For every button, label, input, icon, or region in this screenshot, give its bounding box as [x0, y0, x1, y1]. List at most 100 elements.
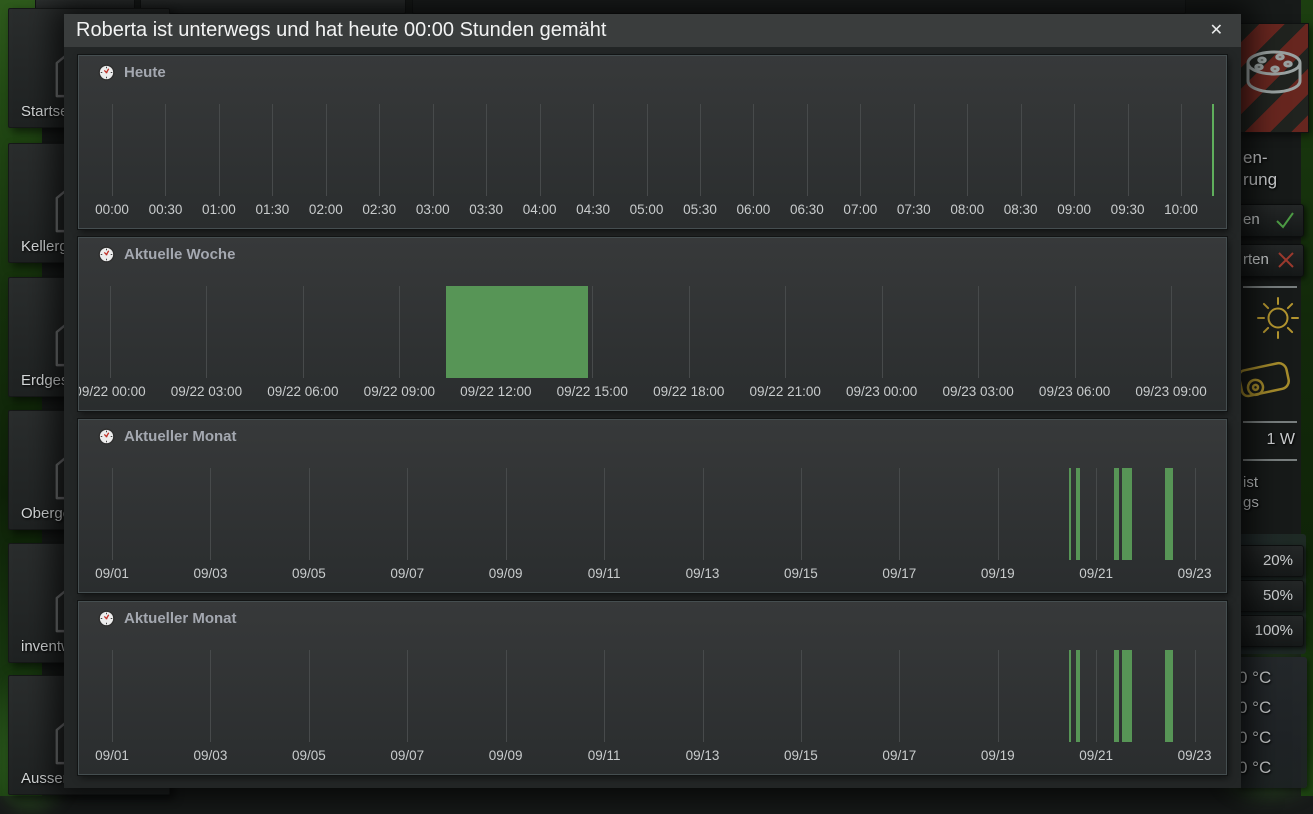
- temperature-value: 0 °C: [1238, 698, 1304, 718]
- chart-x-axis: 09/22 00:0009/22 03:0009/22 06:0009/22 0…: [79, 384, 1226, 402]
- x-tick-label: 09/09: [489, 748, 523, 763]
- gridline: [407, 650, 408, 742]
- x-tick-label: 09/22 00:00: [78, 384, 146, 399]
- chart-panel-header: Aktueller Monat: [98, 428, 237, 445]
- mowing-activity-bar: [1069, 468, 1071, 560]
- confirm-button-label: en: [1243, 211, 1260, 228]
- gridline: [326, 104, 327, 196]
- x-tick-label: 09/07: [390, 566, 424, 581]
- chart-x-axis: 09/0109/0309/0509/0709/0909/1109/1309/15…: [79, 748, 1226, 766]
- right-widget-label-line2: rung: [1243, 170, 1277, 190]
- temperature-panel: 0 °C 0 °C 0 °C 0 °C: [1236, 657, 1307, 788]
- gridline: [1195, 468, 1196, 560]
- camera-icon[interactable]: [1236, 352, 1298, 406]
- gridline: [801, 468, 802, 560]
- x-tick-label: 09/01: [95, 566, 129, 581]
- gridline: [1096, 468, 1097, 560]
- gridline: [486, 104, 487, 196]
- gridline: [506, 468, 507, 560]
- x-tick-label: 09/23 06:00: [1039, 384, 1110, 399]
- chart-title: Aktueller Monat: [124, 428, 237, 445]
- chart-panel-heute: Heute00:0000:3001:0001:3002:0002:3003:00…: [78, 55, 1227, 229]
- clock-icon: [98, 246, 115, 263]
- mowing-activity-bar: [1165, 650, 1173, 742]
- chart-panel-header: Heute: [98, 64, 166, 81]
- gridline: [272, 104, 273, 196]
- x-tick-label: 01:00: [202, 202, 236, 217]
- mowing-activity-bar: [1114, 468, 1119, 560]
- gridline: [1128, 104, 1129, 196]
- x-tick-label: 05:00: [630, 202, 664, 217]
- x-tick-label: 09/23: [1178, 566, 1212, 581]
- x-tick-label: 09/11: [588, 748, 621, 763]
- close-icon[interactable]: ✕: [1204, 19, 1229, 43]
- grass-photo-band: [0, 787, 1313, 796]
- x-tick-label: 09/22 18:00: [653, 384, 724, 399]
- x-tick-label: 09/21: [1079, 566, 1113, 581]
- chart-panel-aktueller-monat: Aktueller Monat09/0109/0309/0509/0709/09…: [78, 419, 1227, 593]
- power-value: 1 W: [1243, 431, 1295, 449]
- x-tick-label: 09/13: [686, 748, 720, 763]
- gridline: [753, 104, 754, 196]
- gridline: [210, 468, 211, 560]
- percent-button-100[interactable]: 100%: [1232, 615, 1304, 647]
- gridline: [689, 286, 690, 378]
- x-tick-label: 09/03: [194, 748, 228, 763]
- x-tick-label: 09/23 09:00: [1135, 384, 1206, 399]
- gridline: [899, 650, 900, 742]
- x-tick-label: 01:30: [255, 202, 289, 217]
- x-tick-label: 02:30: [362, 202, 396, 217]
- mower-statistics-dialog: Roberta ist unterwegs und hat heute 00:0…: [64, 14, 1241, 788]
- gridline: [407, 468, 408, 560]
- x-tick-label: 03:00: [416, 202, 450, 217]
- gridline: [801, 650, 802, 742]
- percent-button-50[interactable]: 50%: [1232, 580, 1304, 612]
- gridline: [647, 104, 648, 196]
- gridline: [914, 104, 915, 196]
- gridline: [433, 104, 434, 196]
- mowing-activity-bar: [446, 286, 588, 378]
- x-tick-label: 00:30: [149, 202, 183, 217]
- gridline: [112, 104, 113, 196]
- x-tick-label: 09/23: [1178, 748, 1212, 763]
- cancel-button[interactable]: rten: [1232, 244, 1304, 277]
- x-tick-label: 09/03: [194, 566, 228, 581]
- percent-button-50-label: 50%: [1233, 581, 1303, 611]
- confirm-button[interactable]: en: [1232, 204, 1304, 237]
- x-tick-label: 09/22 03:00: [171, 384, 242, 399]
- gridline: [219, 104, 220, 196]
- gridline: [1021, 104, 1022, 196]
- gridline: [506, 650, 507, 742]
- mower-status-tile[interactable]: [1237, 23, 1309, 133]
- gridline: [1075, 286, 1076, 378]
- mowing-activity-bar: [1212, 104, 1214, 196]
- x-tick-label: 09/22 21:00: [750, 384, 821, 399]
- gridline: [309, 468, 310, 560]
- gridline: [604, 468, 605, 560]
- percent-button-20[interactable]: 20%: [1232, 545, 1304, 577]
- x-tick-label: 07:30: [897, 202, 931, 217]
- temperature-value: 0 °C: [1238, 758, 1304, 778]
- gridline: [998, 650, 999, 742]
- chart-x-axis: 00:0000:3001:0001:3002:0002:3003:0003:30…: [79, 202, 1226, 220]
- mowing-activity-bar: [1122, 468, 1132, 560]
- mower-status-text-line1: ist: [1243, 474, 1258, 491]
- gridline: [592, 286, 593, 378]
- chart-panel-aktuelle-woche: Aktuelle Woche09/22 00:0009/22 03:0009/2…: [78, 237, 1227, 411]
- chart-plot-area: [79, 650, 1226, 742]
- x-tick-label: 09/01: [95, 748, 129, 763]
- gridline: [379, 104, 380, 196]
- check-icon: [1274, 210, 1296, 230]
- x-tick-label: 04:30: [576, 202, 610, 217]
- divider: [1243, 459, 1297, 461]
- x-tick-label: 09:30: [1111, 202, 1145, 217]
- x-tick-label: 09/13: [686, 566, 720, 581]
- clock-icon: [98, 64, 115, 81]
- dialog-title-bar: Roberta ist unterwegs und hat heute 00:0…: [64, 14, 1241, 47]
- x-tick-label: 09/19: [981, 566, 1015, 581]
- cancel-button-label: rten: [1243, 251, 1269, 268]
- temperature-value: 0 °C: [1238, 728, 1304, 748]
- gridline: [1181, 104, 1182, 196]
- mowing-activity-bar: [1069, 650, 1071, 742]
- x-tick-label: 09/07: [390, 748, 424, 763]
